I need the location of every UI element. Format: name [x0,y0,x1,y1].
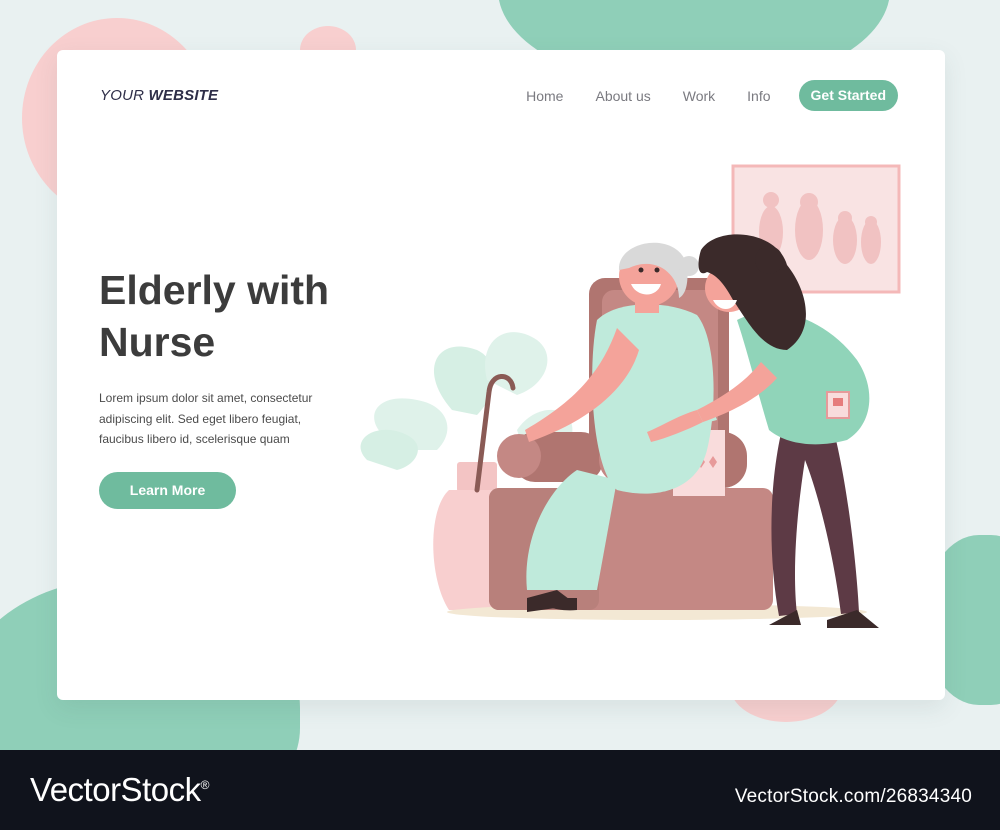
stock-watermark-footer: VectorStock® VectorStock.com/26834340 [0,750,1000,830]
footer-brand: VectorStock® [30,771,209,809]
hero-illustration [360,164,901,628]
footer-brand-name: VectorStock [30,771,201,808]
landing-card: YOUR WEBSITE Home About us Work Info Get… [57,50,945,700]
registered-mark: ® [200,778,210,792]
footer-url: VectorStock.com/26834340 [734,786,972,807]
